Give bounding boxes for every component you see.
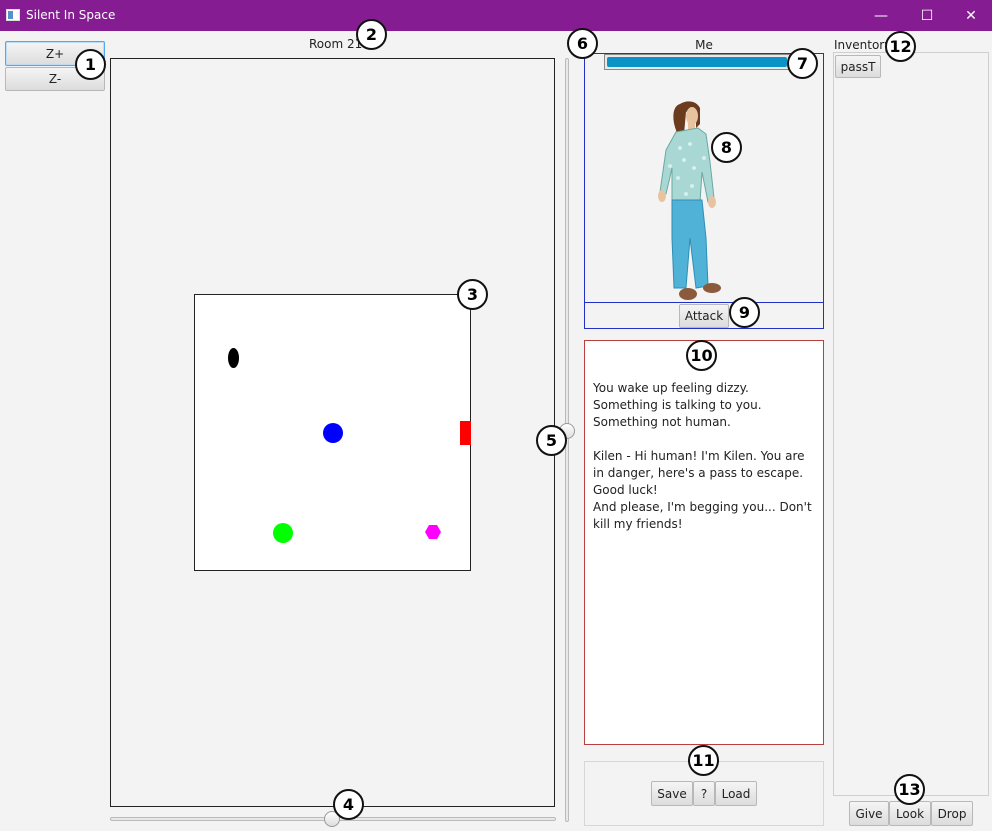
- magenta-hexagon-item[interactable]: [425, 524, 441, 540]
- message-text: You wake up feeling dizzy. Something is …: [593, 381, 812, 531]
- room-label: Room 21: [309, 37, 363, 51]
- callout-marker: 13: [894, 774, 925, 805]
- give-button[interactable]: Give: [849, 801, 889, 826]
- blue-circle-player[interactable]: [323, 423, 343, 443]
- load-button[interactable]: Load: [715, 781, 757, 806]
- help-button[interactable]: ?: [693, 781, 715, 806]
- callout-marker: 7: [787, 48, 818, 79]
- callout-marker: 4: [333, 789, 364, 820]
- callout-marker: 10: [686, 340, 717, 371]
- drop-button[interactable]: Drop: [931, 801, 973, 826]
- maximize-button[interactable]: ☐: [904, 0, 950, 31]
- close-button[interactable]: ✕: [948, 0, 992, 31]
- health-bar-fill: [607, 57, 787, 67]
- inventory-label: Inventory: [834, 38, 892, 52]
- save-button[interactable]: Save: [651, 781, 693, 806]
- inventory-list[interactable]: [833, 52, 989, 796]
- callout-marker: 1: [75, 49, 106, 80]
- message-log: You wake up feeling dizzy. Something is …: [584, 340, 824, 745]
- callout-marker: 5: [536, 425, 567, 456]
- callout-marker: 12: [885, 31, 916, 62]
- window-title: Silent In Space: [26, 8, 116, 22]
- callout-marker: 11: [688, 745, 719, 776]
- inventory-item-passT[interactable]: passT: [835, 55, 881, 78]
- app-icon: [6, 9, 20, 21]
- title-bar: Silent In Space — ☐ ✕: [0, 0, 992, 31]
- green-circle-entity[interactable]: [273, 523, 293, 543]
- callout-marker: 9: [729, 297, 760, 328]
- health-bar: [604, 54, 790, 70]
- character-portrait: [658, 101, 721, 300]
- room-map: [194, 294, 471, 571]
- attack-button[interactable]: Attack: [679, 304, 729, 328]
- callout-marker: 2: [356, 19, 387, 50]
- red-door-exit[interactable]: [460, 421, 471, 445]
- callout-marker: 6: [567, 28, 598, 59]
- callout-marker: 8: [711, 132, 742, 163]
- callout-marker: 3: [457, 279, 488, 310]
- minimize-button[interactable]: —: [858, 0, 904, 31]
- black-oval-entity[interactable]: [228, 348, 239, 368]
- character-name-label: Me: [695, 38, 713, 52]
